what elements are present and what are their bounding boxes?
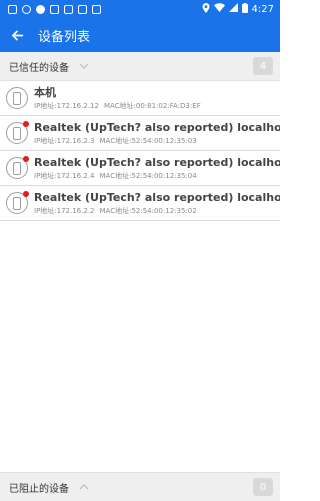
alert-dot-icon bbox=[23, 121, 29, 127]
alert-dot-icon bbox=[23, 191, 29, 197]
device-row[interactable]: Realtek (UpTech? also reported) localhos… bbox=[0, 151, 280, 186]
signal-icon bbox=[228, 3, 238, 15]
trusted-device-list: 本机 IP地址:172.16.2.12 MAC地址:00:81:02:FA:D3:… bbox=[0, 81, 280, 221]
device-row[interactable]: Realtek (UpTech? also reported) localhos… bbox=[0, 186, 280, 221]
page-title: 设备列表 bbox=[38, 29, 91, 45]
notification-icon bbox=[64, 4, 73, 14]
device-name: Realtek (UpTech? also reported) localhos… bbox=[34, 155, 280, 169]
notification-icon bbox=[92, 4, 101, 14]
notification-icon bbox=[8, 4, 17, 14]
chevron-up-icon[interactable] bbox=[79, 482, 89, 492]
device-row[interactable]: Realtek (UpTech? also reported) localhos… bbox=[0, 116, 280, 151]
location-icon bbox=[202, 2, 210, 16]
status-icons-right: 4:27 bbox=[202, 2, 280, 16]
device-ip: IP地址:172.16.2.4 bbox=[34, 171, 95, 180]
chevron-down-icon[interactable] bbox=[79, 61, 89, 71]
device-ip: IP地址:172.16.2.12 bbox=[34, 101, 99, 110]
wifi-icon bbox=[213, 3, 225, 15]
device-row[interactable]: 本机 IP地址:172.16.2.12 MAC地址:00:81:02:FA:D3:… bbox=[0, 81, 280, 116]
device-mac: MAC地址:52:54:00:12:35:03 bbox=[99, 136, 197, 145]
status-time: 4:27 bbox=[251, 3, 274, 15]
notification-icon bbox=[36, 4, 45, 14]
device-mac: MAC地址:52:54:00:12:35:02 bbox=[99, 206, 197, 215]
blocked-count-badge: 0 bbox=[253, 478, 273, 496]
blocked-devices-header[interactable]: 已阻止的设备 0 bbox=[0, 472, 280, 501]
device-mac: MAC地址:52:54:00:12:35:04 bbox=[99, 171, 197, 180]
trusted-devices-label: 已信任的设备 bbox=[9, 62, 69, 74]
device-name: 本机 bbox=[34, 85, 56, 99]
phone-icon bbox=[6, 121, 29, 144]
trusted-count-badge: 4 bbox=[253, 57, 273, 75]
device-mac: MAC地址:00:81:02:FA:D3:EF bbox=[103, 101, 201, 110]
app-bar: 设备列表 bbox=[0, 18, 280, 52]
back-button[interactable] bbox=[0, 18, 34, 52]
device-name: Realtek (UpTech? also reported) localhos… bbox=[34, 120, 280, 134]
notification-icon bbox=[78, 4, 87, 14]
battery-icon bbox=[241, 2, 248, 16]
status-icons-left bbox=[0, 4, 101, 14]
notification-icon bbox=[22, 4, 31, 14]
device-name: Realtek (UpTech? also reported) localhos… bbox=[34, 190, 280, 204]
alert-dot-icon bbox=[23, 156, 29, 162]
device-ip: IP地址:172.16.2.3 bbox=[34, 136, 95, 145]
blocked-devices-label: 已阻止的设备 bbox=[9, 483, 69, 495]
phone-icon bbox=[6, 191, 29, 214]
phone-icon bbox=[6, 156, 29, 179]
status-bar: 4:27 bbox=[0, 0, 280, 18]
phone-icon bbox=[6, 87, 28, 109]
arrow-left-icon bbox=[11, 29, 23, 41]
trusted-devices-header[interactable]: 已信任的设备 4 bbox=[0, 52, 280, 81]
device-ip: IP地址:172.16.2.2 bbox=[34, 206, 95, 215]
notification-icon bbox=[50, 4, 59, 14]
